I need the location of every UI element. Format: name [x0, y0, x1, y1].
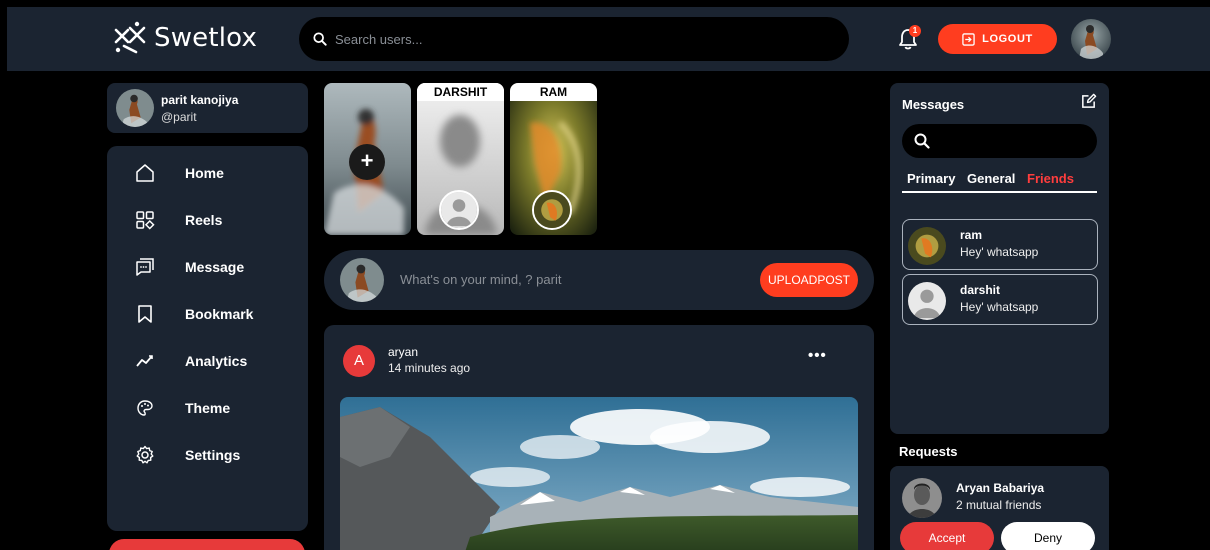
avatar — [908, 282, 946, 320]
profile-name: parit kanojiya — [161, 93, 239, 107]
notification-badge: 1 — [909, 25, 921, 37]
sidebar-item-theme[interactable]: Theme — [107, 388, 308, 428]
sidebar-item-reels[interactable]: Reels — [107, 200, 308, 240]
message-item-darshit[interactable]: darshit Hey' whatsapp — [902, 274, 1098, 325]
story-avatar — [439, 190, 479, 230]
story-create[interactable]: + — [324, 83, 411, 235]
mutual-friends-count: 2 mutual friends — [956, 498, 1042, 512]
default-user-icon — [908, 282, 946, 320]
avatar — [908, 227, 946, 265]
post-text-input[interactable] — [400, 272, 740, 287]
messages-panel: Messages Primary General Friends ram Hey… — [890, 83, 1109, 434]
add-story-button[interactable]: + — [349, 144, 385, 180]
requests-title: Requests — [899, 444, 958, 459]
avatar[interactable] — [902, 478, 942, 518]
logout-label: LOGOUT — [982, 33, 1033, 45]
profile-card[interactable]: parit kanojiya @parit — [107, 83, 308, 133]
sidebar-menu: Home Reels Message Bookmark Analytics Th… — [107, 146, 308, 531]
avatar-image — [116, 89, 154, 127]
deny-button[interactable]: Deny — [1001, 522, 1095, 550]
bookmark-icon — [138, 305, 152, 323]
swetlox-logo-icon — [114, 21, 146, 54]
accept-button[interactable]: Accept — [900, 522, 994, 550]
top-header: Swetlox 1 LOGOUT — [7, 7, 1210, 71]
sidebar-item-bookmark[interactable]: Bookmark — [107, 294, 308, 334]
tab-general[interactable]: General — [967, 171, 1015, 186]
story-ram[interactable]: RAM — [510, 83, 597, 235]
profile-handle: @parit — [161, 110, 197, 124]
story-darshit[interactable]: DARSHIT — [417, 83, 504, 235]
message-item-ram[interactable]: ram Hey' whatsapp — [902, 219, 1098, 270]
story-username: RAM — [510, 83, 597, 101]
message-preview: Hey' whatsapp — [960, 300, 1039, 314]
search-icon — [914, 133, 930, 149]
mountain-landscape-image — [340, 397, 858, 550]
sidebar-item-label: Bookmark — [185, 306, 254, 322]
avatar-image — [1071, 19, 1111, 59]
feed-post: A aryan 14 minutes ago ••• — [324, 325, 874, 550]
avatar-image — [908, 227, 946, 265]
friend-request-card: Aryan Babariya 2 mutual friends Accept D… — [890, 466, 1109, 550]
settings-icon — [136, 445, 154, 464]
app-frame: Swetlox 1 LOGOUT — [7, 7, 1210, 550]
avatar — [116, 89, 154, 127]
tab-underline — [902, 191, 1097, 193]
sidebar-item-analytics[interactable]: Analytics — [107, 341, 308, 381]
message-sender: ram — [960, 228, 983, 242]
logout-button[interactable]: LOGOUT — [938, 24, 1057, 54]
post-image[interactable] — [340, 397, 858, 550]
reels-icon — [136, 211, 155, 230]
request-name: Aryan Babariya — [956, 481, 1045, 495]
post-composer: UPLOADPOST — [324, 250, 874, 310]
sidebar-item-label: Message — [185, 259, 245, 275]
sidebar-item-label: Home — [185, 165, 224, 181]
message-sender: darshit — [960, 283, 1001, 297]
sidebar-item-message[interactable]: Message — [107, 247, 308, 287]
avatar-image — [340, 258, 384, 302]
analytics-icon — [136, 355, 153, 367]
message-preview: Hey' whatsapp — [960, 245, 1039, 259]
tab-primary[interactable]: Primary — [907, 171, 955, 186]
home-icon — [136, 164, 154, 182]
logout-icon — [962, 32, 975, 46]
story-username: DARSHIT — [417, 83, 504, 101]
brand-name: Swetlox — [154, 23, 258, 53]
compose-message-icon[interactable] — [1080, 93, 1097, 110]
sidebar-action-button[interactable] — [109, 539, 305, 550]
sidebar-item-home[interactable]: Home — [107, 153, 308, 193]
post-options-icon[interactable]: ••• — [808, 347, 827, 364]
messages-title: Messages — [902, 97, 965, 112]
sidebar-item-label: Analytics — [185, 353, 248, 369]
header-user-avatar[interactable] — [1071, 19, 1111, 59]
sidebar-item-label: Theme — [185, 400, 231, 416]
sidebar-item-label: Settings — [185, 447, 241, 463]
sidebar-item-settings[interactable]: Settings — [107, 435, 308, 475]
user-search-bar[interactable] — [299, 17, 849, 61]
post-author-name[interactable]: aryan — [388, 345, 418, 359]
avatar — [340, 258, 384, 302]
sidebar-item-label: Reels — [185, 212, 223, 228]
default-user-icon — [441, 192, 477, 228]
search-icon — [313, 32, 327, 46]
search-input[interactable] — [335, 31, 815, 47]
post-author-avatar[interactable]: A — [343, 345, 375, 377]
story-avatar — [532, 190, 572, 230]
upload-post-button[interactable]: UPLOADPOST — [760, 263, 858, 297]
brand-logo[interactable]: Swetlox — [110, 18, 257, 58]
tab-friends[interactable]: Friends — [1027, 171, 1074, 186]
theme-icon — [137, 400, 153, 416]
avatar-image — [534, 192, 570, 228]
post-timestamp: 14 minutes ago — [388, 361, 471, 375]
avatar-image — [902, 478, 942, 518]
message-search-input[interactable] — [902, 124, 1097, 158]
message-icon — [136, 258, 154, 276]
